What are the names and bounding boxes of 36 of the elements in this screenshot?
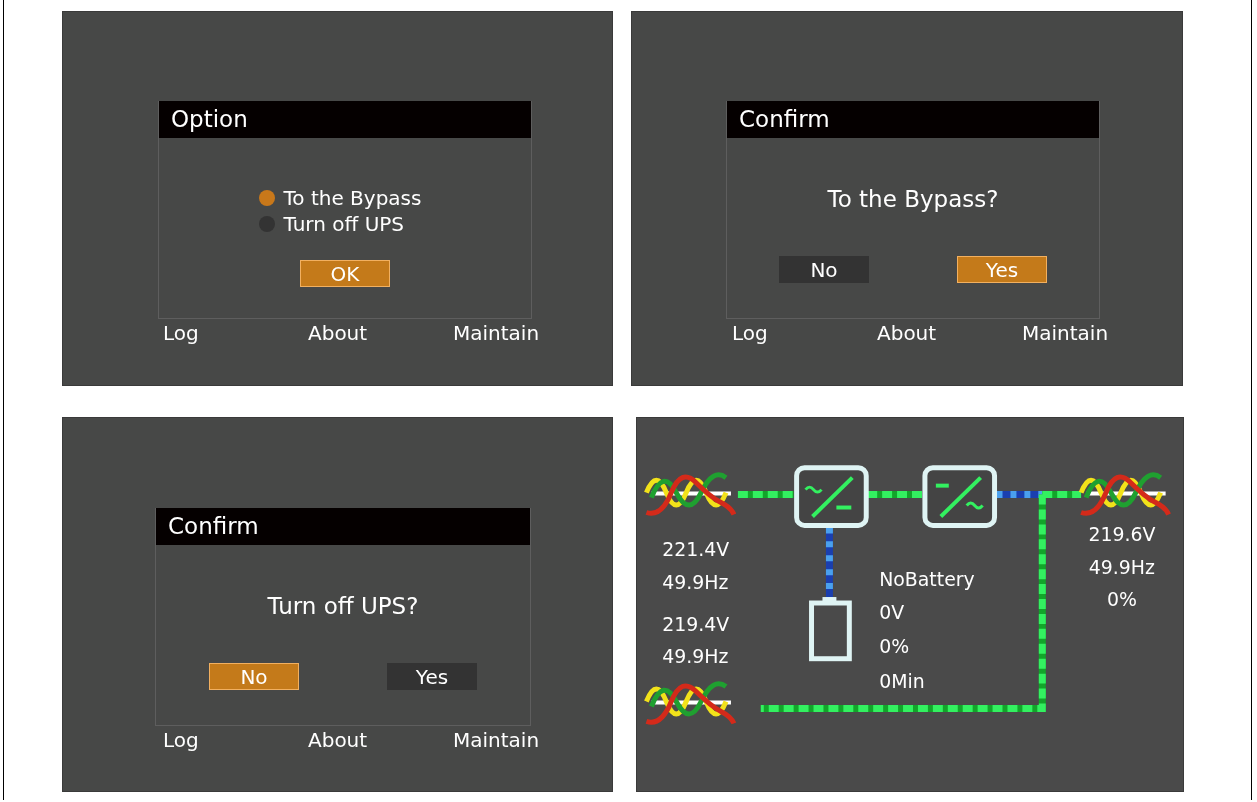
bypass-voltage: 219.4V (662, 612, 730, 635)
output-load: 0% (1106, 588, 1137, 610)
sine-wave-icon (644, 472, 737, 516)
menu-label[interactable]: About (308, 321, 453, 345)
option-label[interactable]: To the Bypass (283, 186, 422, 210)
dialog-button[interactable]: Yes (387, 663, 477, 690)
menu-label[interactable]: About (308, 728, 453, 752)
battery-icon (809, 597, 852, 662)
battery-runtime: 0Min (879, 669, 925, 692)
output-frequency: 49.9Hz (1088, 556, 1155, 579)
menu-label[interactable]: Maintain (453, 728, 598, 752)
sine-wave-icon (1078, 472, 1171, 516)
menu-label[interactable]: Maintain (453, 321, 598, 345)
menu-label[interactable]: Log (163, 321, 308, 345)
input-frequency: 49.9Hz (662, 571, 729, 594)
battery-voltage: 0V (879, 600, 905, 623)
dialog-message: To the Bypass? (827, 186, 999, 212)
output-voltage: 219.6V (1088, 523, 1156, 546)
battery-status: NoBattery (879, 568, 975, 591)
dialog-message: Turn off UPS? (267, 593, 419, 619)
dialog-button[interactable]: No (779, 256, 869, 283)
input-voltage: 221.4V (662, 538, 730, 561)
option-label[interactable]: Turn off UPS (283, 212, 405, 236)
battery-capacity: 0% (879, 634, 910, 657)
radio-dot[interactable] (258, 190, 275, 206)
inverter-icon (922, 465, 998, 528)
dialog-title: Option (159, 101, 531, 138)
dialog-title: Confirm (156, 508, 530, 545)
menu-label[interactable]: Maintain (1022, 321, 1167, 345)
menu-label[interactable]: About (877, 321, 1022, 345)
dialog-title: Confirm (727, 101, 1099, 138)
sine-wave-icon (644, 681, 737, 725)
rectifier-icon (794, 465, 869, 528)
menu-label[interactable]: Log (732, 321, 877, 345)
bypass-frequency: 49.9Hz (662, 644, 729, 667)
menu-label[interactable]: Log (163, 728, 308, 752)
